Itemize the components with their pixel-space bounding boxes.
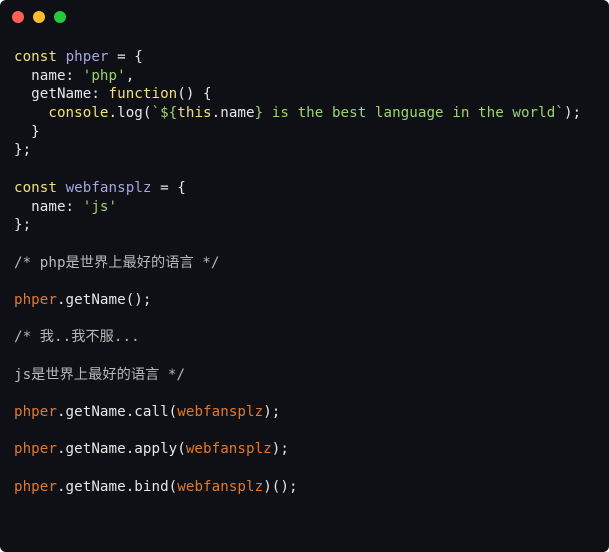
- code-token-comment: /* php是世界上最好的语言 */: [14, 254, 220, 271]
- code-token-plain: = {: [108, 49, 143, 65]
- code-token-str: } is the best language in the world`: [254, 105, 564, 122]
- code-line: /* php是世界上最好的语言 */: [14, 254, 581, 273]
- code-line: };: [14, 141, 581, 160]
- code-token-plain: .getName.apply(: [56, 441, 186, 458]
- code-line: phper.getName.bind(webfansplz)();: [14, 478, 581, 497]
- code-token-var: phper: [65, 49, 109, 65]
- code-token-plain: ,: [125, 67, 135, 84]
- code-token-plain: );: [263, 404, 281, 421]
- code-token-plain: };: [14, 142, 32, 159]
- code-line: };: [14, 216, 581, 235]
- code-token-plain: .getName();: [56, 291, 152, 308]
- close-window-button[interactable]: [12, 11, 24, 23]
- code-token-obj: phper: [14, 441, 57, 458]
- code-token-str: 'php': [82, 67, 126, 84]
- code-token-plain: );: [563, 105, 582, 122]
- code-token-plain: }: [14, 123, 40, 140]
- code-line: phper.getName();: [14, 291, 581, 310]
- code-line: getName: function() {: [14, 85, 581, 104]
- code-token-plain: .getName.bind(: [56, 478, 178, 495]
- code-token-var: webfansplz: [65, 179, 152, 196]
- code-token-obj: phper: [14, 404, 57, 421]
- code-window: const phper = { name: 'php', getName: fu…: [0, 0, 609, 552]
- code-line: js是世界上最好的语言 */: [14, 366, 581, 385]
- code-line: const webfansplz = {: [14, 179, 581, 198]
- code-token-plain: );: [271, 441, 289, 458]
- code-token-comment: js是世界上最好的语言 */: [14, 366, 186, 383]
- code-token-comment: /* 我..我不服...: [14, 329, 140, 346]
- code-token-plain: .log(: [108, 105, 152, 122]
- code-line: name: 'php',: [14, 67, 581, 86]
- code-token-obj: webfansplz: [185, 441, 272, 458]
- code-line: console.log(`${this.name} is the best la…: [14, 104, 581, 123]
- code-line: phper.getName.apply(webfansplz);: [14, 440, 581, 459]
- code-token-plain: getName:: [14, 86, 109, 103]
- code-token-plain: )();: [263, 478, 298, 495]
- code-block: const phper = { name: 'php', getName: fu…: [14, 48, 581, 497]
- code-token-kw: console: [48, 105, 109, 122]
- code-line: }: [14, 123, 581, 142]
- code-token-plain: };: [14, 217, 32, 234]
- code-token-plain: name:: [14, 198, 83, 215]
- code-token-this: this: [177, 105, 212, 122]
- code-token-plain: () {: [177, 86, 212, 103]
- code-token-str: 'js': [82, 198, 118, 215]
- code-token-obj: phper: [14, 291, 57, 308]
- maximize-window-button[interactable]: [54, 11, 66, 23]
- code-token-kw: const: [14, 49, 57, 65]
- minimize-window-button[interactable]: [33, 11, 45, 23]
- code-line: phper.getName.call(webfansplz);: [14, 403, 581, 422]
- code-token-plain: .getName.call(: [56, 404, 178, 421]
- code-line: name: 'js': [14, 198, 581, 217]
- code-line: const phper = {: [14, 48, 581, 67]
- code-token-plain: .name: [211, 105, 255, 122]
- code-token-obj: phper: [14, 478, 57, 495]
- code-token-str: `${: [151, 105, 178, 122]
- code-token-kw: function: [108, 86, 178, 103]
- code-token-obj: webfansplz: [177, 478, 264, 495]
- code-token-plain: = {: [151, 179, 186, 196]
- code-token-obj: webfansplz: [177, 404, 264, 421]
- code-token-plain: name:: [14, 67, 83, 84]
- code-line: /* 我..我不服...: [14, 328, 581, 347]
- window-titlebar: [0, 0, 609, 34]
- code-token-kw: const: [14, 179, 57, 196]
